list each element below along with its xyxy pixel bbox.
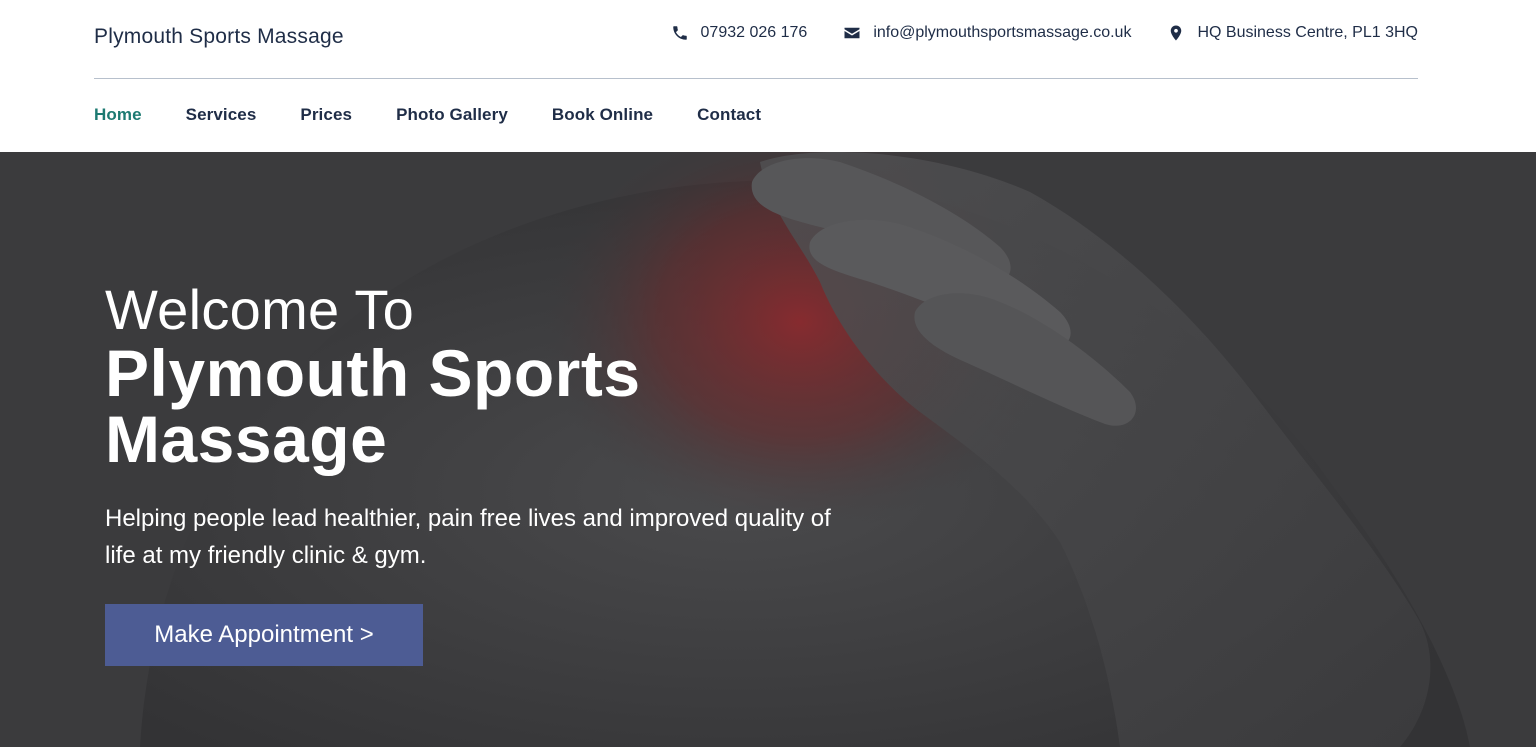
hero-banner: Welcome To Plymouth Sports Massage Helpi… — [0, 152, 1536, 747]
phone-icon — [672, 26, 687, 40]
envelope-icon — [844, 27, 860, 39]
contact-bar: 07932 026 176 info@plymouthsportsmassage… — [671, 24, 1418, 42]
address-text: HQ Business Centre, PL1 3HQ — [1197, 24, 1418, 41]
main-nav: Home Services Prices Photo Gallery Book … — [94, 105, 761, 125]
email-address: info@plymouthsportsmassage.co.uk — [873, 24, 1132, 41]
nav-item-home[interactable]: Home — [94, 105, 142, 125]
nav-item-contact[interactable]: Contact — [697, 105, 761, 125]
nav-item-prices[interactable]: Prices — [300, 105, 352, 125]
make-appointment-button[interactable]: Make Appointment > — [105, 604, 423, 666]
brand-logo-text[interactable]: Plymouth Sports Massage — [94, 25, 344, 49]
header-divider — [94, 78, 1418, 79]
phone-number: 07932 026 176 — [700, 24, 808, 41]
address-link[interactable]: HQ Business Centre, PL1 3HQ — [1167, 24, 1418, 42]
hero-title: Plymouth Sports Massage — [105, 336, 641, 476]
email-link[interactable]: info@plymouthsportsmassage.co.uk — [843, 24, 1131, 42]
nav-item-photo-gallery[interactable]: Photo Gallery — [396, 105, 508, 125]
nav-item-book-online[interactable]: Book Online — [552, 105, 653, 125]
map-pin-icon — [1171, 25, 1182, 41]
hero-welcome-text: Welcome To — [105, 278, 415, 341]
hero-content: Welcome To Plymouth Sports Massage Helpi… — [105, 280, 905, 574]
site-header: Plymouth Sports Massage 07932 026 176 in… — [0, 0, 1536, 152]
nav-item-services[interactable]: Services — [186, 105, 257, 125]
hero-tagline: Helping people lead healthier, pain free… — [105, 505, 831, 569]
phone-link[interactable]: 07932 026 176 — [671, 24, 808, 42]
